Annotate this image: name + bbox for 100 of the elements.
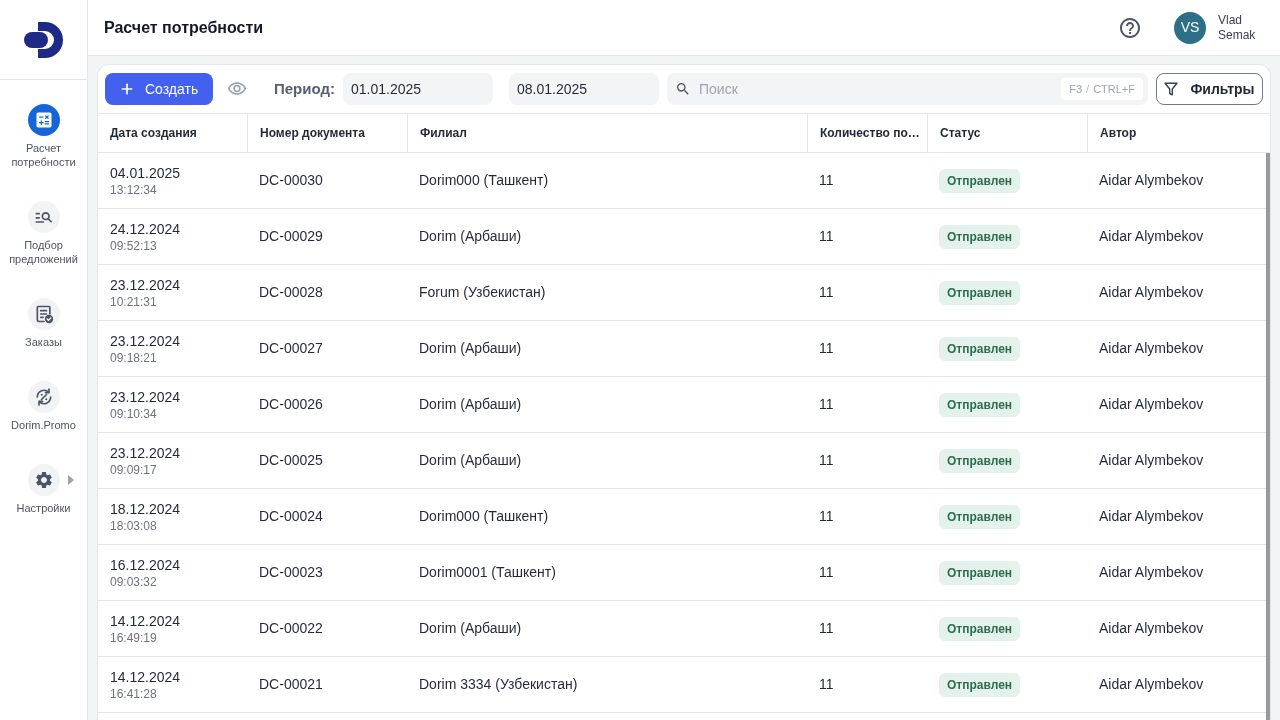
plus-icon bbox=[119, 81, 135, 97]
table-cell: Dorim000 (Ташкент) bbox=[419, 172, 549, 188]
status-badge: Отправлен bbox=[939, 168, 1021, 193]
table-cell: 11 bbox=[819, 396, 834, 412]
table-cell: Aidar Alymbekov bbox=[1099, 284, 1204, 300]
table-cell: DC-00026 bbox=[259, 396, 323, 412]
status-badge: Отправлен bbox=[939, 560, 1021, 585]
table-cell: Dorim0001 (Ташкент) bbox=[419, 564, 556, 580]
status-badge: Отправлен bbox=[939, 616, 1021, 641]
table-cell: Aidar Alymbekov bbox=[1099, 172, 1204, 188]
table-cell: 11 bbox=[819, 676, 834, 692]
table-cell: Dorim (Арбаши) bbox=[419, 228, 522, 244]
table-cell: Dorim000 (Ташкент) bbox=[419, 508, 549, 524]
column-header[interactable]: Количество по… bbox=[808, 124, 924, 142]
created-date: 24.12.2024 bbox=[110, 219, 182, 238]
calculator-icon bbox=[27, 104, 60, 136]
table-cell: 11 bbox=[819, 284, 834, 300]
percent-arrows-icon bbox=[27, 381, 60, 413]
shortcut-hint: F3 / CTRL+F bbox=[1061, 78, 1143, 100]
table-cell: Dorim (Арбаши) bbox=[419, 396, 522, 412]
created-time: 16:41:28 bbox=[110, 685, 158, 702]
table-cell: Aidar Alymbekov bbox=[1099, 396, 1204, 412]
period-label: Период: bbox=[274, 78, 335, 99]
table-cell: DC-00021 bbox=[259, 676, 323, 692]
gear-icon bbox=[27, 464, 60, 496]
created-date: 14.12.2024 bbox=[110, 611, 182, 630]
table-cell: DC-00028 bbox=[259, 284, 323, 300]
table-cell: 11 bbox=[819, 508, 834, 524]
created-date: 23.12.2024 bbox=[110, 443, 182, 462]
scrollbar[interactable] bbox=[1266, 153, 1270, 720]
caret-icon bbox=[68, 475, 74, 485]
user-avatar[interactable]: VS bbox=[1174, 11, 1206, 44]
table-cell: DC-00025 bbox=[259, 452, 323, 468]
table-cell: 11 bbox=[819, 564, 834, 580]
create-button[interactable]: Создать bbox=[105, 73, 213, 105]
sidebar-item[interactable]: Настройки bbox=[0, 464, 87, 515]
status-badge: Отправлен bbox=[939, 672, 1021, 697]
document-check-icon bbox=[27, 298, 60, 330]
created-time: 09:03:32 bbox=[110, 573, 158, 590]
created-date: 23.12.2024 bbox=[110, 387, 182, 406]
created-date: 14.12.2024 bbox=[110, 667, 182, 686]
filter-icon bbox=[1164, 82, 1179, 96]
table-cell: Aidar Alymbekov bbox=[1099, 508, 1204, 524]
status-badge: Отправлен bbox=[939, 336, 1021, 361]
page-title: Расчет потребности bbox=[104, 17, 264, 38]
help-icon[interactable] bbox=[1118, 15, 1142, 40]
created-date: 16.12.2024 bbox=[110, 555, 182, 574]
status-badge: Отправлен bbox=[939, 392, 1021, 417]
table-cell: Dorim (Арбаши) bbox=[419, 452, 522, 468]
created-time: 13:12:34 bbox=[110, 181, 158, 198]
table-cell: Aidar Alymbekov bbox=[1099, 452, 1204, 468]
created-time: 16:49:19 bbox=[110, 629, 158, 646]
table-cell: Aidar Alymbekov bbox=[1099, 620, 1204, 636]
table-cell: DC-00027 bbox=[259, 340, 323, 356]
table-cell: Aidar Alymbekov bbox=[1099, 564, 1204, 580]
status-badge: Отправлен bbox=[939, 504, 1021, 529]
created-time: 10:21:31 bbox=[110, 293, 158, 310]
sidebar-item[interactable]: Расчет потребности bbox=[0, 104, 87, 169]
table-cell: 11 bbox=[819, 172, 834, 188]
table-cell: Dorim (Арбаши) bbox=[419, 620, 522, 636]
filters-button[interactable]: Фильтры bbox=[1156, 73, 1263, 105]
logo bbox=[23, 21, 64, 58]
table-cell: 11 bbox=[819, 620, 834, 636]
column-header[interactable]: Филиал bbox=[408, 124, 471, 142]
status-badge: Отправлен bbox=[939, 224, 1021, 249]
created-date: 04.01.2025 bbox=[110, 163, 182, 182]
table-cell: Aidar Alymbekov bbox=[1099, 340, 1204, 356]
column-header[interactable]: Дата создания bbox=[98, 124, 201, 142]
created-date: 23.12.2024 bbox=[110, 275, 182, 294]
table-cell: Dorim 3334 (Узбекистан) bbox=[419, 676, 578, 692]
date-field[interactable]: 08.01.2025 bbox=[509, 73, 659, 105]
created-time: 18:03:08 bbox=[110, 517, 158, 534]
sidebar-item[interactable]: Подбор предложений bbox=[0, 201, 87, 266]
created-time: 09:10:34 bbox=[110, 405, 158, 422]
created-date: 18.12.2024 bbox=[110, 499, 182, 518]
table-cell: Forum (Узбекистан) bbox=[419, 284, 546, 300]
table-cell: DC-00029 bbox=[259, 228, 323, 244]
created-time: 09:18:21 bbox=[110, 349, 158, 366]
status-badge: Отправлен bbox=[939, 280, 1021, 305]
search-icon bbox=[675, 81, 691, 97]
table-cell: Aidar Alymbekov bbox=[1099, 228, 1204, 244]
sidebar-item[interactable]: Dorim.Promo bbox=[0, 381, 87, 432]
column-header[interactable]: Статус bbox=[928, 124, 985, 142]
created-time: 09:09:17 bbox=[110, 461, 158, 478]
table-cell: 11 bbox=[819, 228, 834, 244]
date-field[interactable]: 01.01.2025 bbox=[343, 73, 493, 105]
table-cell: Aidar Alymbekov bbox=[1099, 676, 1204, 692]
table-cell: 11 bbox=[819, 340, 834, 356]
table-cell: 11 bbox=[819, 452, 834, 468]
column-header[interactable]: Автор bbox=[1088, 124, 1141, 142]
table-cell: Dorim (Арбаши) bbox=[419, 340, 522, 356]
created-date: 23.12.2024 bbox=[110, 331, 182, 350]
table-cell: DC-00022 bbox=[259, 620, 323, 636]
status-badge: Отправлен bbox=[939, 448, 1021, 473]
table-cell: DC-00023 bbox=[259, 564, 323, 580]
table-cell: DC-00024 bbox=[259, 508, 323, 524]
user-name: Vlad Semak bbox=[1218, 12, 1257, 43]
sidebar-item[interactable]: Заказы bbox=[0, 298, 87, 349]
column-header[interactable]: Номер документа bbox=[248, 124, 369, 142]
table-cell: DC-00030 bbox=[259, 172, 323, 188]
